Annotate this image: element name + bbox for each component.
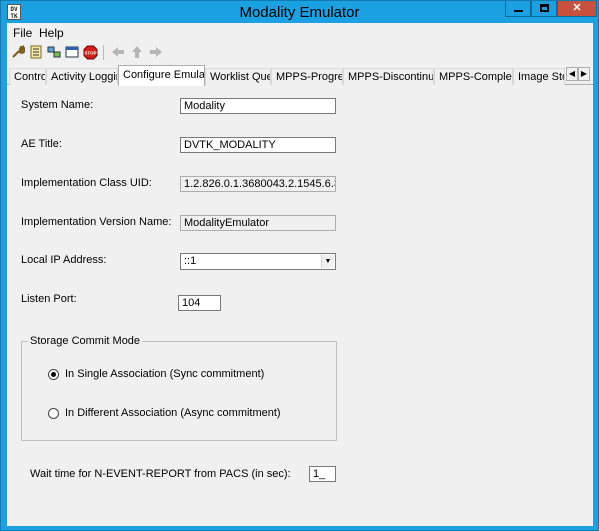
- tab-configure-emulator[interactable]: Configure Emulator: [118, 65, 205, 86]
- tab-activity-logging[interactable]: Activity Logging: [46, 68, 118, 85]
- impl-version-label: Implementation Version Name:: [21, 216, 172, 228]
- tab-scroll-left-button[interactable]: ◀: [566, 67, 578, 81]
- listen-port-label: Listen Port:: [21, 293, 77, 305]
- ae-title-label: AE Title:: [21, 138, 62, 150]
- close-button[interactable]: ✕: [557, 1, 597, 17]
- tab-image-storage[interactable]: Image Stora: [513, 68, 565, 85]
- title-bar[interactable]: DV TK Modality Emulator ✕: [1, 1, 598, 23]
- storage-commit-group: Storage Commit Mode In Single Associatio…: [21, 335, 337, 441]
- radio-different-button[interactable]: [48, 407, 59, 419]
- radio-different-association[interactable]: In Different Association (Async commitme…: [48, 407, 281, 419]
- impl-class-uid-field: 1.2.826.0.1.3680043.2.1545.6.3.1.0: [180, 176, 336, 192]
- radio-different-label: In Different Association (Async commitme…: [65, 407, 281, 419]
- network-icon[interactable]: [46, 44, 62, 60]
- chevron-down-icon[interactable]: ▼: [321, 255, 334, 268]
- stop-icon[interactable]: STOP: [82, 44, 98, 60]
- minimize-icon: [513, 10, 523, 12]
- radio-single-button[interactable]: [48, 368, 59, 380]
- app-window: DV TK Modality Emulator ✕ File Help STOP: [0, 0, 599, 531]
- minimize-button[interactable]: [505, 1, 531, 17]
- maximize-icon: [539, 4, 549, 12]
- client-area: File Help STOP Control Activity Loggi Co…: [7, 23, 593, 526]
- tab-mpps-completed[interactable]: MPPS-Completed: [434, 68, 513, 85]
- impl-class-uid-label: Implementation Class UID:: [21, 177, 152, 189]
- tab-worklist-query[interactable]: Worklist Query: [205, 68, 271, 85]
- radio-single-label: In Single Association (Sync commitment): [65, 368, 265, 380]
- listen-port-input[interactable]: 104: [178, 295, 221, 311]
- menu-bar: File Help: [7, 23, 593, 42]
- ae-title-input[interactable]: DVTK_MODALITY: [180, 137, 336, 153]
- svg-text:STOP: STOP: [84, 50, 96, 55]
- up-arrow-icon[interactable]: [129, 44, 145, 60]
- toolbar-separator: [103, 45, 104, 60]
- configure-emulator-panel: System Name: Modality AE Title: DVTK_MOD…: [7, 85, 593, 526]
- chevron-left-icon: ◀: [568, 69, 576, 78]
- window-icon[interactable]: [64, 44, 80, 60]
- tab-scroll-right-button[interactable]: ▶: [578, 67, 590, 81]
- notes-icon[interactable]: [28, 44, 44, 60]
- back-arrow-icon[interactable]: [110, 44, 126, 60]
- system-name-label: System Name:: [21, 99, 94, 111]
- local-ip-select[interactable]: ::1 ▼: [180, 253, 336, 270]
- storage-commit-legend: Storage Commit Mode: [28, 335, 143, 347]
- menu-help[interactable]: Help: [39, 26, 64, 40]
- local-ip-value: ::1: [184, 255, 197, 267]
- close-icon: ✕: [572, 2, 582, 14]
- system-name-input[interactable]: Modality: [180, 98, 336, 114]
- radio-single-association[interactable]: In Single Association (Sync commitment): [48, 368, 264, 380]
- tab-strip: Control Activity Logging Configure Emula…: [7, 64, 593, 86]
- wait-time-label: Wait time for N-EVENT-REPORT from PACS (…: [30, 468, 291, 480]
- maximize-button[interactable]: [531, 1, 557, 17]
- toolbar: STOP: [7, 42, 593, 64]
- tab-mpps-discontinued[interactable]: MPPS-Discontinued: [343, 68, 434, 85]
- local-ip-label: Local IP Address:: [21, 254, 107, 266]
- chevron-right-icon: ▶: [580, 69, 588, 78]
- impl-version-field: ModalityEmulator: [180, 215, 336, 231]
- wait-time-input[interactable]: 1_: [309, 466, 336, 482]
- tab-mpps-progress[interactable]: MPPS-Progress: [271, 68, 343, 85]
- forward-arrow-icon[interactable]: [148, 44, 164, 60]
- wrench-icon[interactable]: [10, 44, 26, 60]
- tab-control[interactable]: Control: [9, 68, 46, 85]
- menu-file[interactable]: File: [13, 26, 32, 40]
